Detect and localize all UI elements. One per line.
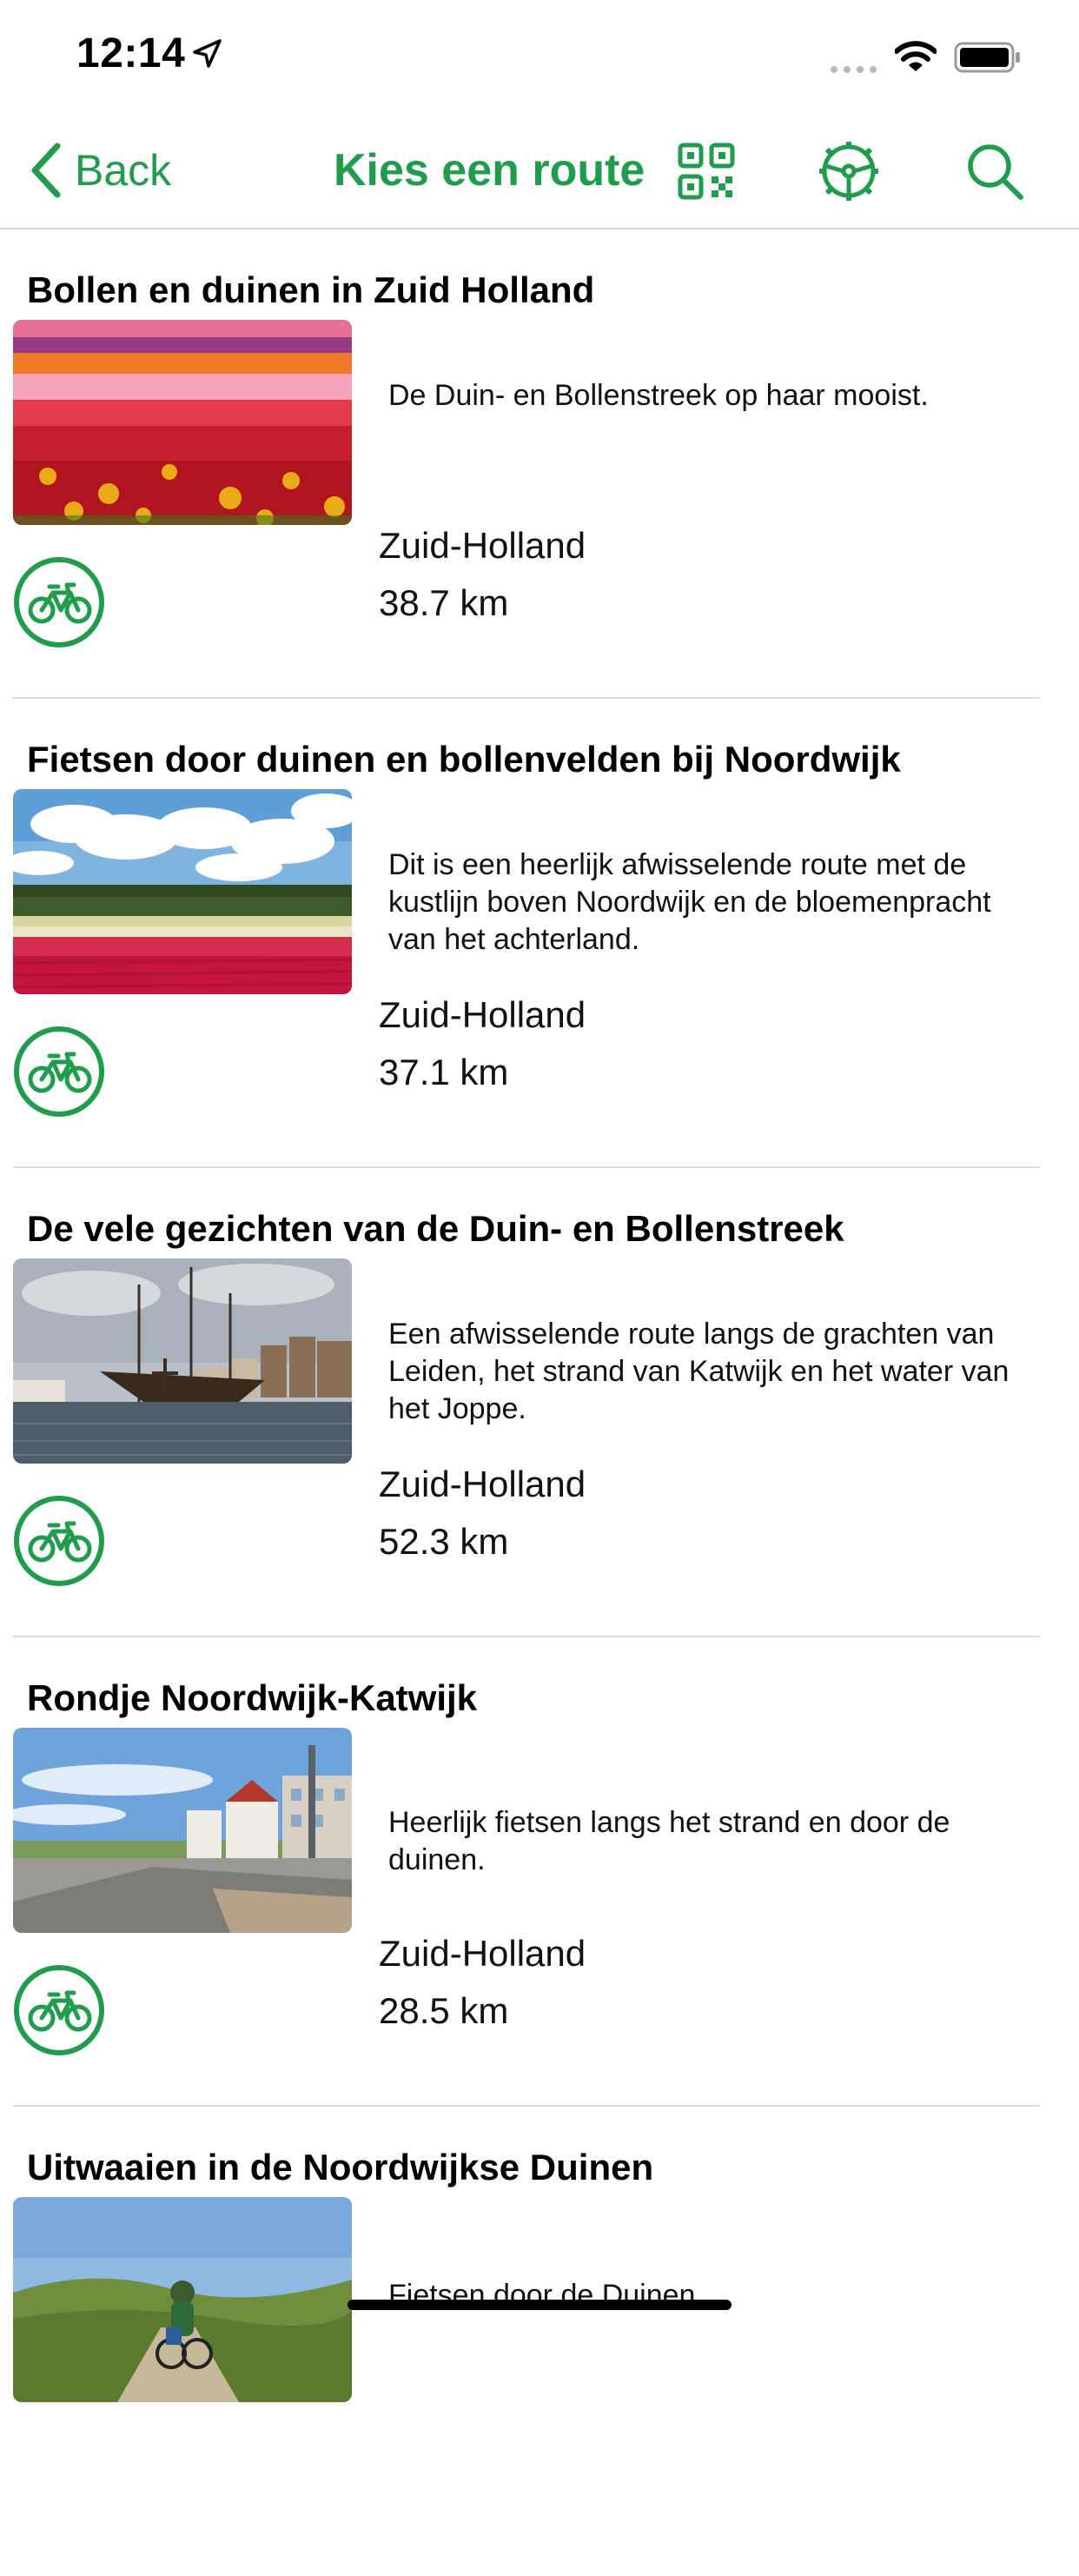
status-time: 12:14 [76, 30, 186, 76]
route-photo-bulb-fields [13, 789, 352, 994]
route-list: Bollen en duinen in Zuid Holland De Duin… [0, 229, 1079, 2576]
route-title: Uitwaaien in de Noordwijkse Duinen [27, 2147, 654, 2188]
location-arrow-icon [193, 39, 222, 68]
route-title: Bollen en duinen in Zuid Holland [27, 269, 595, 310]
status-bar: 12:14 [0, 0, 1079, 113]
route-photo-leiden-canal [13, 1258, 352, 1464]
route-photo-noordwijk-boulevard [13, 1728, 352, 1933]
home-indicator [348, 2300, 731, 2310]
route-distance: 52.3 km [379, 1521, 509, 1562]
route-description: Dit is een heerlijk afwisselende route m… [388, 848, 991, 956]
steering-wheel-icon[interactable] [818, 141, 879, 202]
route-photo-dunes-cyclist [13, 2197, 352, 2402]
route-item[interactable]: Fietsen door duinen en bollenvelden bij … [0, 699, 1079, 1168]
route-distance: 28.5 km [379, 1990, 509, 2031]
route-distance: 37.1 km [379, 1052, 509, 1092]
route-region: Zuid-Holland [379, 994, 586, 1035]
qr-code-icon[interactable] [676, 141, 737, 202]
back-label: Back [75, 146, 172, 195]
bicycle-icon [14, 557, 104, 647]
bicycle-icon [14, 1965, 104, 2055]
search-icon[interactable] [964, 141, 1025, 202]
route-item[interactable]: Bollen en duinen in Zuid Holland De Duin… [0, 229, 1079, 699]
signal-icon [831, 66, 877, 73]
route-region: Zuid-Holland [379, 1933, 586, 1974]
route-region: Zuid-Holland [379, 525, 586, 566]
route-item[interactable]: Uitwaaien in de Noordwijkse Duinen Fiets… [0, 2107, 1079, 2576]
bicycle-icon [14, 1496, 104, 1586]
route-description: Heerlijk fietsen langs het strand en doo… [388, 1806, 950, 1876]
wifi-icon [895, 41, 937, 71]
route-photo-tulip-field [13, 320, 352, 525]
route-distance: 38.7 km [379, 582, 509, 623]
route-title: Rondje Noordwijk-Katwijk [27, 1677, 478, 1718]
route-title: Fietsen door duinen en bollenvelden bij … [27, 739, 901, 780]
back-button[interactable]: Back [30, 143, 171, 198]
navigation-bar: Back Kies een route [0, 113, 1079, 229]
route-region: Zuid-Holland [379, 1464, 586, 1504]
route-description: Een afwisselende route langs de grachten… [388, 1318, 1009, 1425]
route-description: De Duin- en Bollenstreek op haar mooist. [388, 379, 929, 412]
route-title: De vele gezichten van de Duin- en Bollen… [27, 1208, 844, 1249]
route-item[interactable]: Rondje Noordwijk-Katwijk Heerlijk fietse… [0, 1637, 1079, 2107]
chevron-left-icon [31, 143, 61, 198]
bicycle-icon [14, 1026, 104, 1117]
page-title: Kies een route [334, 145, 645, 196]
route-item[interactable]: De vele gezichten van de Duin- en Bollen… [0, 1168, 1079, 1637]
battery-icon [954, 42, 1020, 73]
